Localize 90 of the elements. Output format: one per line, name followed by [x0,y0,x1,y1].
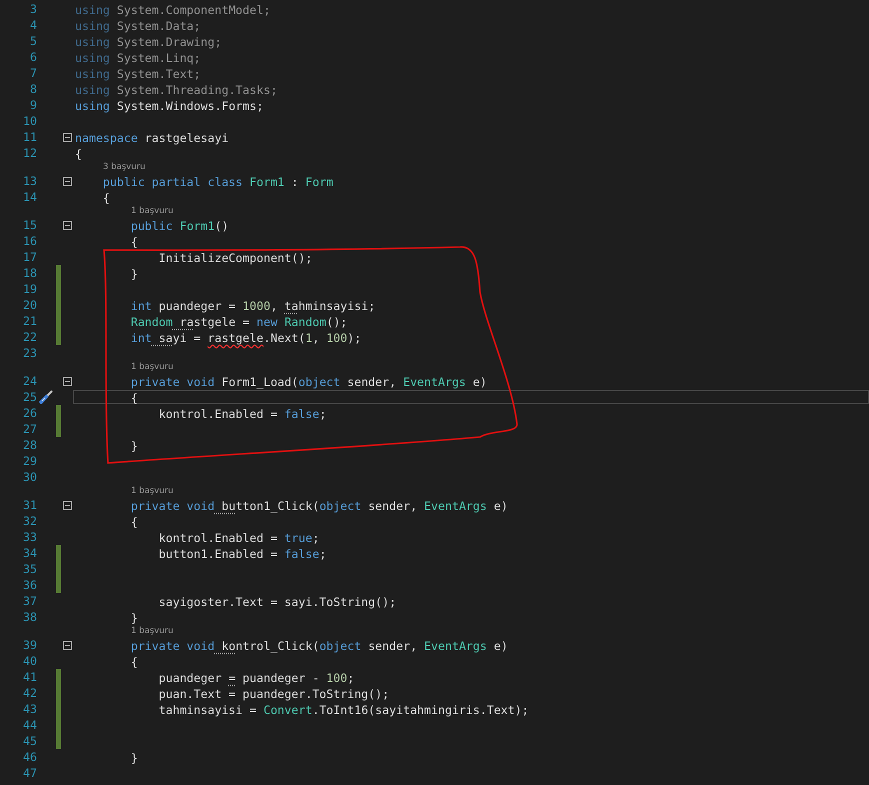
code-line: using System.Data; [74,18,202,32]
line-number: 47 [22,765,37,781]
code-line: { [130,514,139,528]
line-number: 10 [22,113,37,129]
code-line: using System.Linq; [74,50,202,64]
reference-count[interactable]: 3 başvuru [103,161,146,173]
reference-count[interactable]: 1 başvuru [131,205,174,217]
line-number: 21 [22,313,37,329]
line-number: 27 [22,421,37,437]
line-number: 29 [22,453,37,469]
line-number: 37 [22,593,37,609]
line-number: 3 [29,1,37,17]
code-line: } [130,610,139,624]
line-number: 9 [29,97,37,113]
code-line: using System.Drawing; [74,34,223,48]
collapse-button[interactable] [62,176,72,186]
line-number: 36 [22,577,37,593]
line-number: 14 [22,189,37,205]
code-line: using System.ComponentModel; [74,2,272,16]
line-number: 45 [22,733,37,749]
reference-count[interactable]: 1 başvuru [131,361,174,373]
screwdriver-icon[interactable] [39,390,53,404]
code-line: namespace rastgelesayi [74,130,230,144]
line-number: 8 [29,81,37,97]
line-number: 19 [22,281,37,297]
collapse-button[interactable] [62,640,72,650]
line-number: 40 [22,653,37,669]
line-number: 6 [29,49,37,65]
line-number: 44 [22,717,37,733]
line-number: 30 [22,469,37,485]
line-number: 22 [22,329,37,345]
line-number: 28 [22,437,37,453]
code-line: InitializeComponent(); [158,250,314,264]
code-line: Random rastgele = new Random(); [130,314,348,328]
code-line: puan.Text = puandeger.ToString(); [158,686,390,700]
line-number: 5 [29,33,37,49]
line-number: 35 [22,561,37,577]
line-number: 46 [22,749,37,765]
line-number: 41 [22,669,37,685]
line-number: 7 [29,65,37,81]
code-line: private void Form1_Load(object sender, EventArgs e) [130,374,488,388]
line-number: 25 [22,389,37,405]
line-number: 34 [22,545,37,561]
code-line: { [102,190,111,204]
code-line: { [130,654,139,668]
code-line: puandeger = puandeger - 100; [158,670,356,684]
line-number: 20 [22,297,37,313]
collapse-button[interactable] [62,500,72,510]
code-line: public Form1() [130,218,230,232]
line-number: 42 [22,685,37,701]
code-line: button1.Enabled = false; [158,546,328,560]
line-number: 38 [22,609,37,625]
line-number: 16 [22,233,37,249]
code-line: public partial class Form1 : Form [102,174,334,188]
line-number: 32 [22,513,37,529]
code-line: int sayi = rastgele.Next(1, 100); [130,330,362,344]
code-line: private void button1_Click(object sender, EventArgs e) [130,498,509,512]
code-line: } [130,438,139,452]
code-line: using System.Threading.Tasks; [74,82,278,96]
code-line: } [130,750,139,764]
line-number: 17 [22,249,37,265]
reference-count[interactable]: 1 başvuru [131,625,174,637]
line-number: 43 [22,701,37,717]
line-number: 23 [22,345,37,361]
reference-count[interactable]: 1 başvuru [131,485,174,497]
code-line: tahminsayisi = Convert.ToInt16(sayitahmingiris.Text); [158,702,530,716]
line-number: 11 [22,129,37,145]
line-number: 39 [22,637,37,653]
collapse-button[interactable] [62,132,72,142]
code-line: kontrol.Enabled = true; [158,530,320,544]
code-line: { [74,146,83,160]
line-number: 12 [22,145,37,161]
line-number: 33 [22,529,37,545]
line-number: 26 [22,405,37,421]
code-line: sayigoster.Text = sayi.ToString(); [158,594,398,608]
code-line: private void kontrol_Click(object sender, EventArgs e) [130,638,509,652]
line-number: 4 [29,17,37,33]
code-line: using System.Text; [74,66,202,80]
code-line: } [130,266,139,280]
collapse-button[interactable] [62,220,72,230]
code-line: using System.Windows.Forms; [74,98,264,112]
collapse-button[interactable] [62,376,72,386]
line-number: 31 [22,497,37,513]
code-line: kontrol.Enabled = false; [158,406,328,420]
line-number: 15 [22,217,37,233]
code-line: int puandeger = 1000, tahminsayisi; [130,298,376,312]
line-number: 24 [22,373,37,389]
code-line: { [130,234,139,248]
line-number: 13 [22,173,37,189]
line-number: 18 [22,265,37,281]
